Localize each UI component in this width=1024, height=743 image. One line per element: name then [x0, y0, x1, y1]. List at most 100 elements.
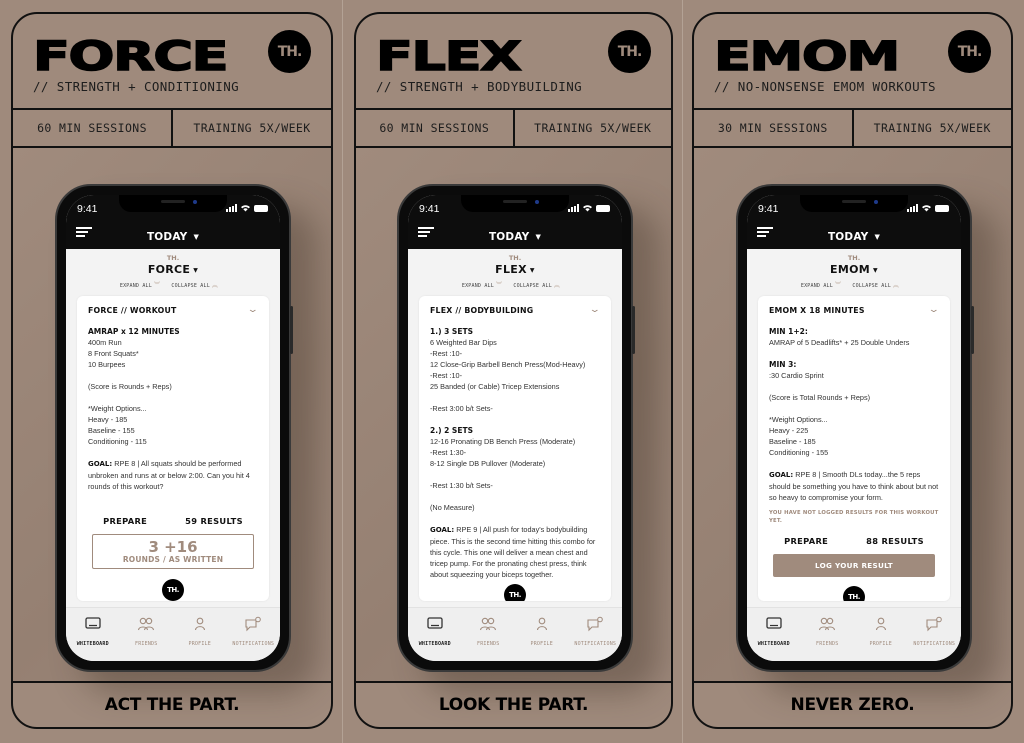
program-selector[interactable]: FLEX ▼ — [408, 263, 622, 276]
friends-icon — [137, 616, 155, 637]
status-icons — [568, 204, 610, 212]
bottom-tab-bar: WHITEBOARD FRIENDS PROFILE NOTIFICATIONS — [408, 607, 622, 661]
expand-all-button[interactable]: EXPAND ALL — [801, 283, 833, 289]
workout-card: FORCE // WORKOUT ⌄ AMRAP x 12 MINUTES 400… — [77, 296, 269, 601]
workout-line: Baseline - 155 — [88, 426, 135, 435]
profile-icon — [533, 616, 551, 637]
workout-line: 8-12 Single DB Pullover (Moderate) — [430, 459, 546, 468]
workout-section-heading: MIN 3: — [769, 360, 797, 369]
program-selector[interactable]: FORCE ▼ — [66, 263, 280, 276]
tab-profile[interactable]: PROFILE — [174, 616, 226, 661]
app-top-bar: 9:41 TODAY ▼ — [66, 195, 280, 249]
notifications-icon — [925, 616, 943, 637]
program-title: FLEX — [375, 33, 523, 81]
stats-row: 60 MIN SESSIONS TRAINING 5X/WEEK — [356, 110, 671, 148]
chevron-down-icon[interactable]: ⌄ — [928, 304, 940, 315]
whiteboard-icon — [84, 616, 102, 637]
chevron-double-down-icon: ︾ — [153, 282, 161, 289]
collapse-all-button[interactable]: COLLAPSE ALL — [171, 283, 210, 289]
workout-line: 12-16 Pronating DB Bench Press (Moderate… — [430, 437, 576, 446]
workout-line: 12 Close-Grip Barbell Bench Press(Mod-He… — [430, 360, 586, 369]
tab-whiteboard[interactable]: WHITEBOARD — [748, 616, 800, 661]
program-selector-label: FLEX — [495, 263, 527, 276]
workout-section-heading: 1.) 3 SETS — [430, 327, 473, 336]
tab-label: FRIENDS — [816, 641, 839, 647]
phone-screen: 9:41 TODAY ▼ TH. FLEX ▼ EXPAND ALL ︾ COL… — [408, 195, 622, 661]
tab-friends[interactable]: FRIENDS — [801, 616, 853, 661]
workout-card-title: FORCE // WORKOUT — [88, 306, 177, 315]
results-link[interactable]: 59 RESULTS — [185, 516, 243, 526]
expand-all-button[interactable]: EXPAND ALL — [120, 283, 152, 289]
unlogged-warning: YOU HAVE NOT LOGGED RESULTS FOR THIS WOR… — [769, 510, 939, 524]
profile-icon — [872, 616, 890, 637]
workout-card: FLEX // BODYBUILDING ⌄ 1.) 3 SETS 6 Weigh… — [419, 296, 611, 601]
program-selector[interactable]: EMOM ▼ — [747, 263, 961, 276]
caret-down-icon: ▼ — [193, 233, 200, 241]
tab-profile[interactable]: PROFILE — [516, 616, 568, 661]
tab-whiteboard[interactable]: WHITEBOARD — [409, 616, 461, 661]
workout-lines: 1.) 3 SETS 6 Weighted Bar Dips -Rest :10- 1… — [430, 326, 600, 524]
panel-header: EMOM TH. // NO-NONSENSE EMOM WORKOUTS — [694, 14, 1011, 110]
workout-line — [769, 348, 939, 359]
tab-notifications[interactable]: NOTIFICATIONS — [569, 616, 621, 661]
workout-goal: GOAL: RPE 8 | All squats should be perfo… — [88, 458, 258, 492]
date-selector[interactable]: TODAY ▼ — [747, 231, 961, 243]
tab-whiteboard[interactable]: WHITEBOARD — [67, 616, 119, 661]
notifications-icon — [586, 616, 604, 637]
score-type: ROUNDS / AS WRITTEN — [122, 555, 224, 564]
tab-notifications[interactable]: NOTIFICATIONS — [227, 616, 279, 661]
program-subtitle: // NO-NONSENSE EMOM WORKOUTS — [714, 79, 936, 94]
phone-mockup: 9:41 TODAY ▼ TH. FLEX ▼ EXPAND ALL ︾ COL… — [397, 184, 635, 672]
app-top-bar: 9:41 TODAY ▼ — [408, 195, 622, 249]
log-result-button[interactable]: LOG YOUR RESULT — [773, 554, 935, 577]
bottom-tab-bar: WHITEBOARD FRIENDS PROFILE NOTIFICATIONS — [747, 607, 961, 661]
workout-lines: AMRAP x 12 MINUTES 400m Run 8 Front Squats… — [88, 326, 258, 458]
training-frequency: TRAINING 5X/WEEK — [512, 110, 672, 146]
friends-icon — [479, 616, 497, 637]
workout-line — [430, 513, 600, 524]
chevron-down-icon[interactable]: ⌄ — [247, 304, 259, 315]
workout-line: -Rest :10- — [430, 371, 463, 380]
prepare-link[interactable]: PREPARE — [103, 516, 147, 526]
workout-line: -Rest 1:30- — [430, 448, 467, 457]
tab-friends[interactable]: FRIENDS — [120, 616, 172, 661]
date-selector[interactable]: TODAY ▼ — [408, 231, 622, 243]
expand-all-button[interactable]: EXPAND ALL — [462, 283, 494, 289]
profile-icon — [191, 616, 209, 637]
workout-line — [769, 403, 939, 414]
collapse-all-button[interactable]: COLLAPSE ALL — [513, 283, 552, 289]
th-logo-icon: TH. — [608, 30, 651, 73]
workout-content: TH. EMOM ▼ EXPAND ALL ︾ COLLAPSE ALL ︽ EMOM… — [747, 249, 961, 607]
workout-lines: MIN 1+2: AMRAP of 5 Deadlifts* + 25 Doubl… — [769, 326, 939, 469]
prepare-link[interactable]: PREPARE — [784, 536, 828, 546]
program-title: EMOM — [713, 33, 901, 81]
workout-card: EMOM X 18 MINUTES ⌄ MIN 1+2: AMRAP of 5 D… — [758, 296, 950, 601]
chevron-down-icon[interactable]: ⌄ — [589, 304, 601, 315]
phone-screen: 9:41 TODAY ▼ TH. FORCE ▼ EXPAND ALL ︾ CO… — [66, 195, 280, 661]
date-selector[interactable]: TODAY ▼ — [66, 231, 280, 243]
caret-down-icon: ▼ — [529, 267, 535, 274]
phone-side-button — [971, 306, 974, 354]
tab-label: WHITEBOARD — [76, 641, 109, 647]
workout-line — [88, 370, 258, 381]
workout-line — [430, 414, 600, 425]
training-frequency: TRAINING 5X/WEEK — [171, 110, 331, 146]
score-value: 3 +16 — [148, 538, 198, 556]
collapse-all-button[interactable]: COLLAPSE ALL — [852, 283, 891, 289]
results-link[interactable]: 88 RESULTS — [866, 536, 924, 546]
tab-label: PROFILE — [869, 641, 892, 647]
tab-notifications[interactable]: NOTIFICATIONS — [908, 616, 960, 661]
tab-friends[interactable]: FRIENDS — [462, 616, 514, 661]
program-subtitle: // STRENGTH + BODYBUILDING — [376, 79, 583, 94]
workout-line: AMRAP of 5 Deadlifts* + 25 Double Unders — [769, 338, 910, 347]
logged-score[interactable]: 3 +16 ROUNDS / AS WRITTEN — [92, 534, 254, 569]
battery-icon — [596, 204, 610, 212]
signal-icon — [907, 204, 918, 212]
brand-mark: TH. — [847, 254, 861, 262]
phone-side-button — [632, 306, 635, 354]
workout-line: Heavy - 225 — [769, 426, 809, 435]
panel-header: FORCE TH. // STRENGTH + CONDITIONING — [13, 14, 331, 110]
tagline: LOOK THE PART. — [356, 681, 671, 727]
status-time: 9:41 — [419, 203, 440, 215]
tab-profile[interactable]: PROFILE — [855, 616, 907, 661]
